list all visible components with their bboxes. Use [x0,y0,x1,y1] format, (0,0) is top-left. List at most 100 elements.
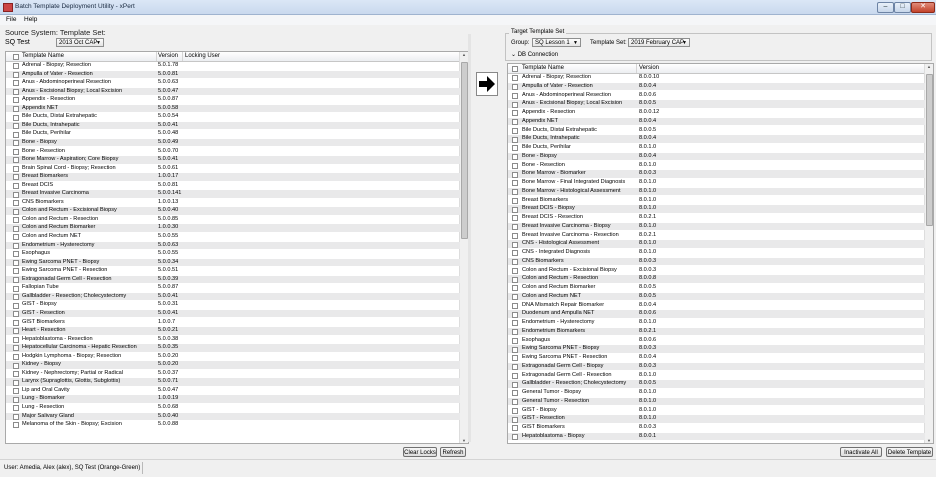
row-checkbox[interactable] [13,157,19,164]
table-row[interactable]: Breast DCIS - Resection 8.0.2.1 [508,214,925,222]
row-checkbox[interactable] [13,63,19,70]
table-row[interactable]: Anus - Abdominoperineal Resection 8.0.0.6 [508,92,925,100]
source-scrollbar[interactable]: ▲ ▼ [459,52,468,443]
table-row[interactable]: Hepatoblastoma - Biopsy 8.0.0.1 [508,432,925,441]
row-checkbox[interactable] [512,101,518,108]
table-row[interactable]: General Tumor - Biopsy 8.0.1.0 [508,389,925,397]
table-row[interactable]: General Tumor - Resection 8.0.1.0 [508,397,925,406]
table-row[interactable]: GIST Biomarkers 8.0.0.3 [508,424,925,432]
table-row[interactable]: Colon and Rectum Biomarker 8.0.0.5 [508,284,925,292]
target-select-all-checkbox[interactable] [512,66,518,72]
row-checkbox[interactable] [512,189,518,196]
row-checkbox[interactable] [512,136,518,143]
inactivate-all-button[interactable]: Inactivate All [840,447,882,457]
table-row[interactable]: Heart - Resection 5.0.0.21 [6,327,460,335]
row-checkbox[interactable] [512,320,518,327]
row-checkbox[interactable] [13,319,19,326]
table-row[interactable]: Extragonadal Germ Cell - Resection 5.0.0.… [6,275,460,284]
table-row[interactable]: Bile Ducts, Intrahepatic 8.0.0.4 [508,135,925,143]
table-row[interactable]: Bone Marrow - Final Integrated Diagnosis… [508,179,925,187]
table-row[interactable]: GIST - Resection 8.0.1.0 [508,415,925,423]
table-row[interactable]: Bone Marrow - Biomarker 8.0.0.3 [508,170,925,178]
table-row[interactable]: Esophagus 8.0.0.6 [508,337,925,345]
target-col-template-name[interactable]: Template Name [522,65,564,71]
clear-locks-button[interactable]: Clear Locks [403,447,437,457]
row-checkbox[interactable] [13,165,19,172]
table-row[interactable]: Esophagus 5.0.0.55 [6,250,460,258]
maximize-button[interactable]: □ [894,2,911,13]
target-scrollbar[interactable]: ▲ ▼ [924,64,933,443]
table-row[interactable]: Gallbladder - Resection; Cholecystectomy… [6,292,460,301]
table-row[interactable]: Endometrium - Hysterectomy 8.0.1.0 [508,319,925,327]
scroll-down-icon[interactable]: ▼ [460,438,468,443]
row-checkbox[interactable] [13,405,19,412]
table-row[interactable]: Kidney - Biopsy 5.0.0.20 [6,361,460,369]
table-row[interactable]: Endometrium Biomarkers 8.0.2.1 [508,327,925,336]
row-checkbox[interactable] [512,302,518,309]
source-col-locking-user[interactable]: Locking User [185,53,220,59]
table-row[interactable]: Anus - Excisional Biopsy; Local Excision… [6,87,460,96]
row-checkbox[interactable] [512,206,518,213]
row-checkbox[interactable] [512,162,518,169]
row-checkbox[interactable] [13,182,19,189]
table-row[interactable]: Appendix - Resection 8.0.0.12 [508,109,925,117]
row-checkbox[interactable] [512,119,518,126]
table-row[interactable]: GIST Biomarkers 1.0.0.7 [6,319,460,327]
table-row[interactable]: GIST - Biopsy 8.0.1.0 [508,407,925,415]
row-checkbox[interactable] [13,268,19,275]
target-group-select[interactable]: SQ Lesson 1 ▼ [532,38,581,47]
table-row[interactable]: Duodenum and Ampulla NET 8.0.0.6 [508,310,925,318]
table-row[interactable]: Hepatocellular Carcinoma - Hepatic Resec… [6,344,460,352]
table-row[interactable]: Ewing Sarcoma PNET - Resection 5.0.0.51 [6,267,460,275]
row-checkbox[interactable] [13,208,19,215]
row-checkbox[interactable] [13,336,19,343]
target-scroll-thumb[interactable] [926,74,933,226]
row-checkbox[interactable] [13,123,19,130]
table-row[interactable]: Brain Spinal Cord - Biopsy; Resection 5.0… [6,165,460,173]
table-row[interactable]: Endometrium - Hysterectomy 5.0.0.63 [6,241,460,250]
row-checkbox[interactable] [13,80,19,87]
row-checkbox[interactable] [512,197,518,204]
row-checkbox[interactable] [13,191,19,198]
row-checkbox[interactable] [13,114,19,121]
table-row[interactable]: Appendix - Resection 5.0.0.87 [6,96,460,104]
row-checkbox[interactable] [13,71,19,78]
row-checkbox[interactable] [512,84,518,91]
row-checkbox[interactable] [13,396,19,403]
row-checkbox[interactable] [512,127,518,134]
table-row[interactable]: Colon and Rectum NET 8.0.0.5 [508,292,925,301]
row-checkbox[interactable] [512,267,518,274]
table-row[interactable]: Lip and Oral Cavity 5.0.0.47 [6,387,460,395]
table-row[interactable]: Colon and Rectum - Resection 5.0.0.85 [6,216,460,224]
row-checkbox[interactable] [512,407,518,414]
row-checkbox[interactable] [13,302,19,309]
row-checkbox[interactable] [13,311,19,318]
source-select-all-checkbox[interactable] [13,54,19,60]
scroll-down-icon[interactable]: ▼ [925,438,933,443]
table-row[interactable]: Breast Invasive Carcinoma - Resection 8.0… [508,232,925,240]
row-checkbox[interactable] [13,285,19,292]
row-checkbox[interactable] [13,131,19,138]
table-row[interactable]: Breast Biomarkers 1.0.0.17 [6,173,460,181]
row-checkbox[interactable] [13,294,19,301]
table-row[interactable]: Adrenal - Biopsy; Resection 8.0.0.10 [508,74,925,82]
table-row[interactable]: Lung - Biomarker 1.0.0.19 [6,395,460,403]
table-row[interactable]: Hepatoblastoma - Resection 5.0.0.38 [6,336,460,344]
table-row[interactable]: Gallbladder - Resection; Cholecystectomy… [508,380,925,388]
table-row[interactable]: Extragonadal Germ Cell - Resection 8.0.1.… [508,372,925,380]
source-col-template-name[interactable]: Template Name [22,53,64,59]
row-checkbox[interactable] [512,390,518,397]
table-row[interactable]: Colon and Rectum NET 5.0.0.55 [6,233,460,241]
table-row[interactable]: CNS Biomarkers 8.0.0.3 [508,257,925,266]
table-row[interactable]: Adrenal - Biopsy; Resection 5.0.1.78 [6,62,460,70]
source-scroll-thumb[interactable] [461,62,468,239]
table-row[interactable]: Breast DCIS 5.0.0.81 [6,182,460,190]
row-checkbox[interactable] [512,276,518,283]
row-checkbox[interactable] [512,215,518,222]
row-checkbox[interactable] [512,250,518,257]
table-row[interactable]: CNS Biomarkers 1.0.0.13 [6,199,460,207]
table-row[interactable]: Anus - Abdominoperineal Resection 5.0.0.6… [6,79,460,87]
row-checkbox[interactable] [512,425,518,432]
row-checkbox[interactable] [13,88,19,95]
row-checkbox[interactable] [13,328,19,335]
